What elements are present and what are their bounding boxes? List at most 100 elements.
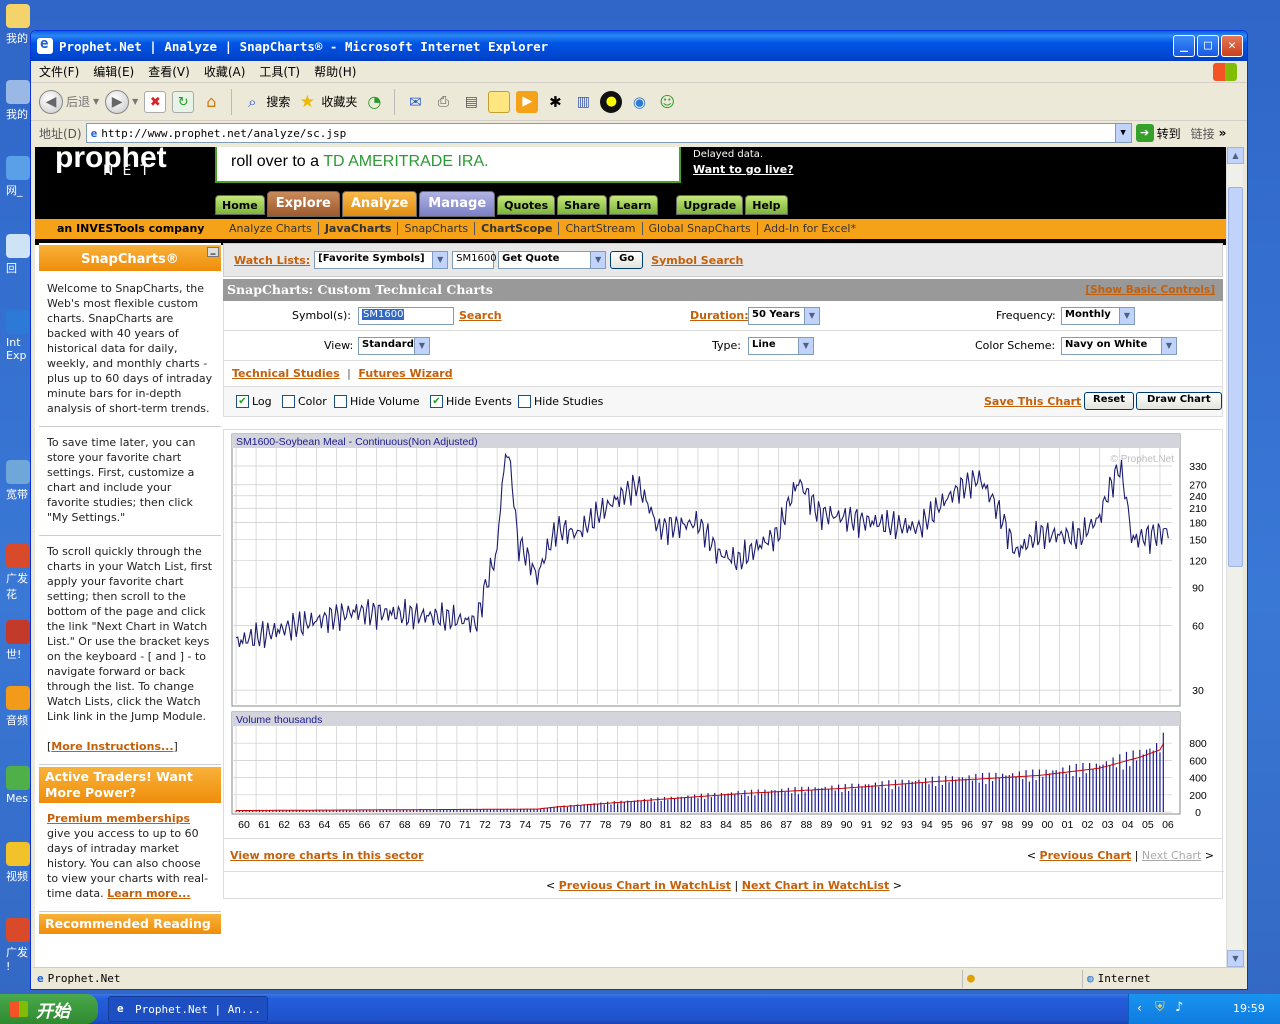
edit-icon[interactable]: ▤ bbox=[460, 91, 482, 113]
futures-wizard-link[interactable]: Futures Wizard bbox=[358, 367, 452, 380]
tab-learn[interactable]: Learn bbox=[609, 195, 659, 215]
qq-icon[interactable]: ● bbox=[600, 90, 623, 113]
search-button[interactable]: ⌕ 搜索 bbox=[241, 91, 290, 113]
desktop-icon-ie[interactable]: Int Exp bbox=[6, 310, 32, 362]
next-chart-link[interactable]: Next Chart bbox=[1142, 849, 1201, 862]
desktop-icon-gf2[interactable]: 广发 ! bbox=[6, 918, 32, 973]
type-select[interactable]: Line ▼ bbox=[748, 337, 814, 355]
desktop-icon-gf[interactable]: 广发 花 bbox=[6, 544, 32, 602]
go-button[interactable]: ➔ 转到 bbox=[1135, 124, 1181, 142]
back-button[interactable]: ◀ 后退 ▼ bbox=[39, 89, 99, 114]
tab-help[interactable]: Help bbox=[745, 195, 788, 215]
close-button[interactable]: ✕ bbox=[1221, 35, 1243, 57]
watch-lists-link[interactable]: Watch Lists: bbox=[234, 254, 310, 267]
symbols-input[interactable]: SM1600 bbox=[358, 307, 454, 325]
tab-explore[interactable]: Explore bbox=[266, 191, 340, 217]
prev-watchlist-link[interactable]: Previous Chart in WatchList bbox=[559, 879, 731, 892]
back-dropdown-icon[interactable]: ▼ bbox=[93, 97, 99, 106]
subnav-global-snapcharts[interactable]: Global SnapCharts bbox=[643, 222, 758, 235]
desktop-icon-video[interactable]: 视频 bbox=[6, 842, 32, 884]
reset-button[interactable]: Reset bbox=[1084, 392, 1134, 410]
scroll-up-icon[interactable]: ▲ bbox=[1227, 147, 1244, 164]
desktop-icon-network[interactable]: 网_ bbox=[6, 156, 32, 198]
favorites-button[interactable]: ★ 收藏夹 bbox=[296, 91, 358, 113]
address-input[interactable]: e http://www.prophet.net/analyze/sc.jsp … bbox=[85, 123, 1132, 143]
contacts-icon[interactable]: ☺ bbox=[656, 91, 678, 113]
more-instructions-link[interactable]: More Instructions... bbox=[51, 740, 173, 753]
desktop-icon-broadband[interactable]: 宽带 bbox=[6, 460, 32, 502]
color-scheme-select[interactable]: Navy on White ▼ bbox=[1061, 337, 1177, 355]
tab-manage[interactable]: Manage bbox=[419, 191, 496, 217]
shield-icon[interactable]: ⛨ bbox=[1155, 1000, 1165, 1015]
go-quote-button[interactable]: Go bbox=[610, 251, 644, 269]
research-icon[interactable]: ▥ bbox=[572, 91, 594, 113]
subnav-chartscope[interactable]: ChartScope bbox=[475, 222, 560, 235]
minimize-button[interactable]: _ bbox=[1173, 35, 1195, 57]
media-icon[interactable]: ▶ bbox=[516, 90, 539, 113]
view-select[interactable]: Standard ▼ bbox=[358, 337, 430, 355]
menu-edit[interactable]: 编辑(E) bbox=[93, 63, 134, 80]
hide-studies-checkbox[interactable]: Hide Studies bbox=[518, 395, 603, 408]
menu-help[interactable]: 帮助(H) bbox=[314, 63, 356, 80]
previous-chart-link[interactable]: Previous Chart bbox=[1040, 849, 1132, 862]
desktop-icon-audio[interactable]: 音频 bbox=[6, 686, 32, 728]
learn-more-link[interactable]: Learn more... bbox=[107, 887, 190, 900]
menu-tools[interactable]: 工具(T) bbox=[259, 63, 300, 80]
scroll-down-icon[interactable]: ▼ bbox=[1227, 950, 1244, 967]
messenger-icon[interactable]: ◉ bbox=[628, 91, 650, 113]
mail-icon[interactable]: ✉ bbox=[404, 91, 426, 113]
duration-select[interactable]: 50 Years ▼ bbox=[748, 307, 820, 325]
subnav-javacharts[interactable]: JavaCharts bbox=[319, 222, 399, 235]
maximize-button[interactable]: □ bbox=[1197, 35, 1219, 57]
go-live-link[interactable]: Want to go live? bbox=[693, 163, 794, 176]
desktop-icon-recycle[interactable]: 回 bbox=[6, 234, 32, 276]
color-checkbox[interactable]: Color bbox=[282, 395, 327, 408]
watch-list-select[interactable]: [Favorite Symbols] ▼ bbox=[314, 251, 449, 269]
tab-home[interactable]: Home bbox=[215, 195, 265, 215]
frequency-select[interactable]: Monthly ▼ bbox=[1061, 307, 1135, 325]
title-bar[interactable]: Prophet.Net | Analyze | SnapCharts® - Mi… bbox=[31, 31, 1247, 61]
subnav-analyze-charts[interactable]: Analyze Charts bbox=[223, 222, 319, 235]
volume-icon[interactable]: ♪ bbox=[1175, 1000, 1183, 1015]
history-icon[interactable]: ◔ bbox=[363, 91, 385, 113]
draw-chart-button[interactable]: Draw Chart bbox=[1136, 392, 1222, 410]
menu-favorites[interactable]: 收藏(A) bbox=[204, 63, 246, 80]
premium-link[interactable]: Premium memberships bbox=[47, 812, 190, 825]
minimize-panel-icon[interactable]: _ bbox=[207, 245, 219, 257]
stop-icon[interactable]: ✖ bbox=[144, 90, 167, 113]
menu-view[interactable]: 查看(V) bbox=[148, 63, 190, 80]
status-warning[interactable]: ● bbox=[963, 969, 1083, 988]
desktop-icon-my-documents[interactable]: 我的 bbox=[6, 4, 32, 46]
links-button[interactable]: 链接 bbox=[1191, 125, 1215, 142]
home-icon[interactable]: ⌂ bbox=[200, 91, 222, 113]
desktop-icon-world[interactable]: 世! bbox=[6, 620, 32, 662]
subnav-snapcharts[interactable]: SnapCharts bbox=[398, 222, 476, 235]
tab-quotes[interactable]: Quotes bbox=[497, 195, 556, 215]
quote-symbol-input[interactable]: SM1600 bbox=[452, 251, 497, 269]
forward-button[interactable]: ▶ ▼ bbox=[105, 89, 138, 114]
duration-link[interactable]: Duration: bbox=[690, 309, 749, 322]
chevron-right-icon[interactable]: » bbox=[1219, 126, 1227, 140]
vertical-scrollbar[interactable]: ▲ ▼ bbox=[1226, 147, 1244, 967]
next-watchlist-link[interactable]: Next Chart in WatchList bbox=[742, 879, 889, 892]
start-button[interactable]: 开始 bbox=[0, 994, 98, 1024]
forward-dropdown-icon[interactable]: ▼ bbox=[132, 97, 138, 106]
desktop-icon-messenger[interactable]: Mes bbox=[6, 766, 32, 805]
tab-share[interactable]: Share bbox=[557, 195, 608, 215]
ad-banner[interactable]: roll over to a TD AMERITRADE IRA. bbox=[215, 147, 681, 183]
ant-icon[interactable]: ✱ bbox=[544, 91, 566, 113]
desktop-icon-my-computer[interactable]: 我的 bbox=[6, 80, 32, 122]
log-checkbox[interactable]: ✔ Log bbox=[236, 395, 272, 408]
tray-expand-icon[interactable]: ‹ bbox=[1137, 1001, 1142, 1015]
quote-type-select[interactable]: Get Quote ▼ bbox=[498, 251, 607, 269]
save-chart-link[interactable]: Save This Chart bbox=[984, 395, 1081, 408]
scroll-thumb[interactable] bbox=[1228, 187, 1243, 567]
address-dropdown-icon[interactable]: ▼ bbox=[1114, 124, 1131, 142]
taskbar-item-ie[interactable]: e Prophet.Net | An... bbox=[108, 996, 268, 1022]
print-icon[interactable]: ⎙ bbox=[432, 91, 454, 113]
technical-studies-link[interactable]: Technical Studies bbox=[232, 367, 340, 380]
refresh-icon[interactable]: ↻ bbox=[172, 90, 195, 113]
note-icon[interactable] bbox=[488, 90, 511, 113]
search-link[interactable]: Search bbox=[459, 309, 502, 322]
sector-charts-link[interactable]: View more charts in this sector bbox=[230, 849, 424, 862]
